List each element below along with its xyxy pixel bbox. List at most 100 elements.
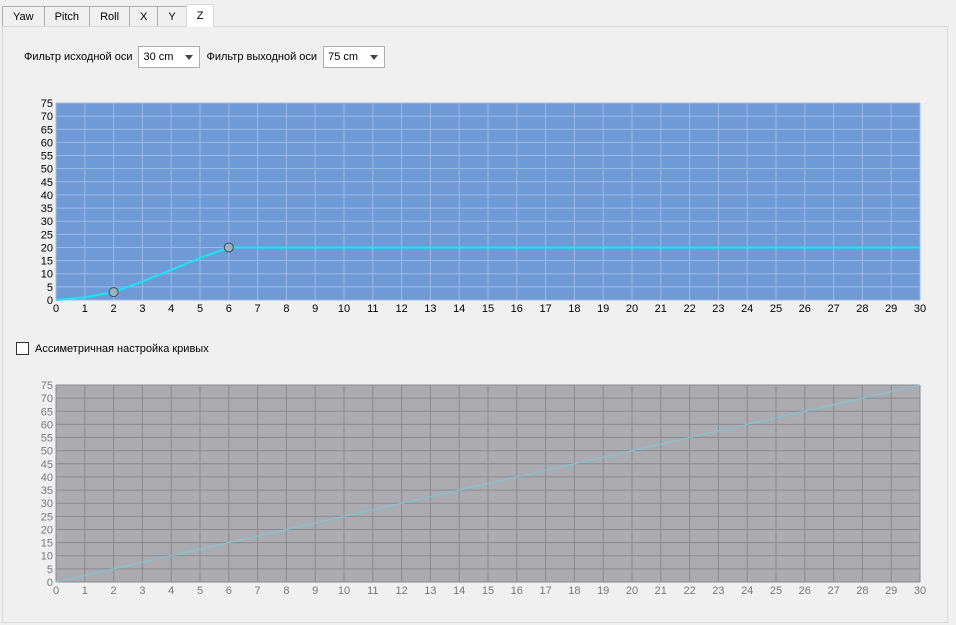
asymmetric-checkbox[interactable] [16,342,29,355]
alt-x-tick-label: 10 [338,585,350,597]
alt-y-tick-label: 75 [41,380,53,392]
input-filter-dropdown[interactable]: 30 cm [138,46,201,68]
alt-curve-chart: 0 1 2 3 4 5 6 7 8 9 10 11 12 13 14 15 16 17 18 19 20 21 22 23 24… [41,380,926,597]
main-x-tick-label: 3 [139,303,145,315]
alt-y-tick-label: 70 [41,393,53,405]
main-y-tick-label: 70 [41,111,53,123]
main-x-tick-label: 13 [424,303,436,315]
alt-x-tick-label: 28 [856,585,868,597]
alt-y-tick-label: 60 [41,419,53,431]
main-x-tick-label: 9 [312,303,318,315]
alt-x-tick-label: 1 [82,585,88,597]
alt-y-tick-label: 65 [41,406,53,418]
main-x-tick-label: 27 [827,303,839,315]
main-x-tick-label: 26 [799,303,811,315]
main-x-tick-label: 25 [770,303,782,315]
main-x-tick-label: 29 [885,303,897,315]
alt-y-tick-label: 20 [41,524,53,536]
alt-x-tick-label: 20 [626,585,638,597]
main-y-tick-label: 40 [41,190,53,202]
main-x-tick-label: 23 [712,303,724,315]
main-y-tick-label: 55 [41,151,53,163]
alt-x-tick-label: 19 [597,585,609,597]
alt-y-tick-label: 40 [41,472,53,484]
asymmetric-toggle[interactable]: Ассиметричная настройка кривых [16,342,209,355]
main-x-tick-label: 7 [255,303,261,315]
alt-x-tick-label: 8 [283,585,289,597]
main-x-tick-label: 12 [395,303,407,315]
tab-z[interactable]: Z [185,4,215,27]
main-x-tick-label: 1 [82,303,88,315]
main-x-tick-label: 24 [741,303,753,315]
main-x-tick-label: 4 [168,303,174,315]
alt-x-tick-label: 6 [226,585,232,597]
alt-y-tick-label: 5 [47,564,53,576]
alt-x-tick-label: 25 [770,585,782,597]
alt-x-tick-label: 26 [799,585,811,597]
alt-y-tick-label: 25 [41,511,53,523]
main-curve-chart[interactable]: 0 1 2 3 4 5 6 7 8 9 10 11 12 13 14 15 16 17 18 19 20 21 22 23 24… [0,95,956,317]
main-x-tick-label: 20 [626,303,638,315]
alt-x-tick-label: 27 [827,585,839,597]
input-filter-value: 30 cm [143,51,174,63]
main-control-point [223,242,234,253]
main-y-tick-label: 20 [41,242,53,254]
alt-y-tick-label: 0 [47,577,53,589]
alt-x-tick-label: 29 [885,585,897,597]
main-x-tick-label: 8 [283,303,289,315]
alt-y-tick-label: 55 [41,433,53,445]
tab-pitch[interactable]: Pitch [43,6,91,27]
main-x-tick-label: 28 [856,303,868,315]
filter-row: Фильтр исходной оси 30 cm Фильтр выходно… [24,46,391,68]
main-y-tick-label: 15 [41,256,53,268]
alt-x-tick-label: 2 [111,585,117,597]
alt-y-tick-label: 15 [41,538,53,550]
tab-y[interactable]: Y [157,6,187,27]
alt-x-tick-label: 4 [168,585,174,597]
alt-x-tick-label: 14 [453,585,465,597]
main-y-tick-label: 25 [41,229,53,241]
main-x-tick-label: 10 [338,303,350,315]
alt-x-tick-label: 5 [197,585,203,597]
main-x-tick-label: 6 [226,303,232,315]
alt-x-tick-label: 17 [539,585,551,597]
main-x-tick-label: 21 [655,303,667,315]
main-y-tick-label: 0 [47,295,53,307]
chevron-down-icon [370,55,379,60]
main-y-tick-label: 35 [41,203,53,215]
chevron-down-icon [185,55,194,60]
main-control-point [108,287,119,298]
alt-x-tick-label: 23 [712,585,724,597]
output-filter-label: Фильтр выходной оси [206,51,318,63]
main-y-tick-label: 65 [41,124,53,136]
main-x-tick-label: 16 [511,303,523,315]
main-y-tick-label: 5 [47,282,53,294]
main-x-tick-label: 17 [539,303,551,315]
alt-x-tick-label: 13 [424,585,436,597]
alt-y-tick-label: 35 [41,485,53,497]
alt-x-tick-label: 11 [367,585,378,597]
main-y-tick-label: 75 [41,98,53,110]
input-filter-label: Фильтр исходной оси [24,51,133,63]
axis-tab-bar: Yaw Pitch Roll X Y Z [2,4,215,27]
alt-x-tick-label: 0 [53,585,59,597]
output-filter-value: 75 cm [328,51,359,63]
alt-x-tick-label: 16 [511,585,523,597]
main-x-tick-label: 0 [53,303,59,315]
main-x-tick-label: 30 [914,303,926,315]
main-x-tick-label: 15 [482,303,494,315]
main-x-tick-label: 22 [683,303,695,315]
main-y-tick-label: 30 [41,216,53,228]
alt-y-tick-label: 10 [41,551,53,563]
alt-y-tick-label: 50 [41,446,53,458]
alt-x-tick-label: 15 [482,585,494,597]
alt-x-tick-label: 3 [139,585,145,597]
alt-x-tick-label: 22 [683,585,695,597]
tab-yaw[interactable]: Yaw [2,6,45,27]
asymmetric-label: Ассиметричная настройка кривых [35,342,209,355]
main-y-tick-label: 10 [41,269,53,281]
tab-roll[interactable]: Roll [89,6,131,27]
alt-y-tick-label: 30 [41,498,53,510]
tab-x[interactable]: X [129,6,159,27]
output-filter-dropdown[interactable]: 75 cm [323,46,386,68]
